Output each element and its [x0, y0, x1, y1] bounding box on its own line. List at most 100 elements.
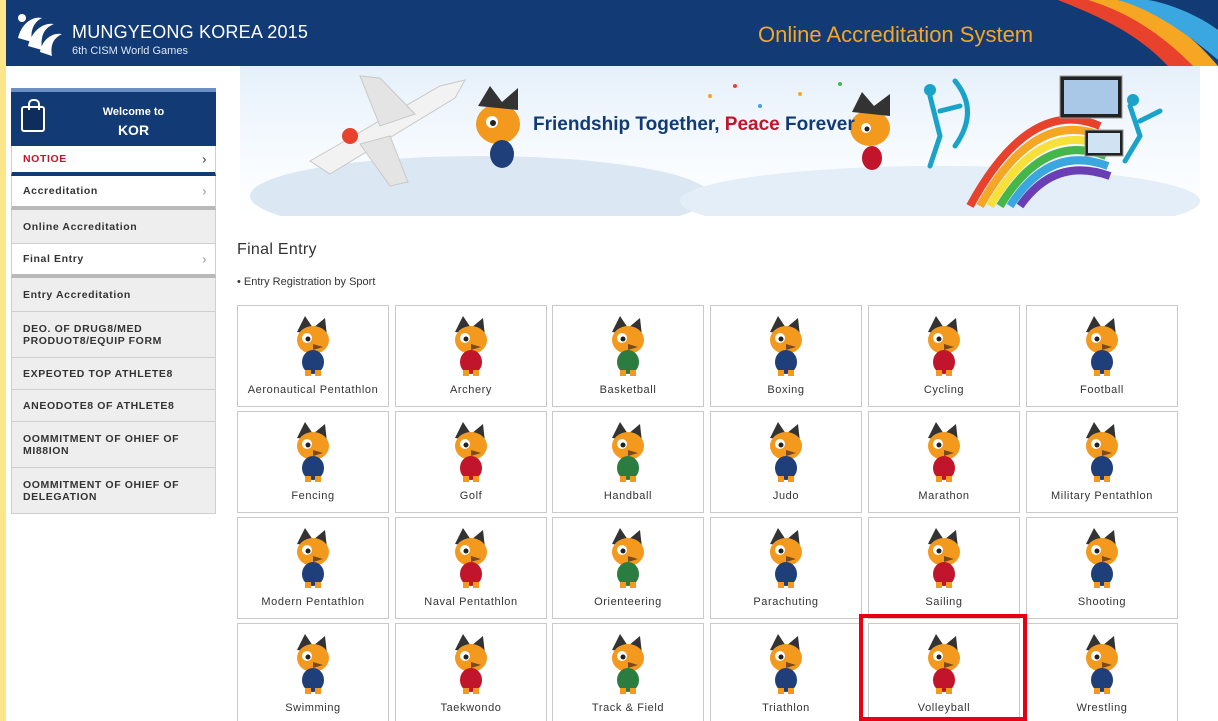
sport-tile[interactable]: Naval Pentathlon: [395, 517, 547, 619]
sport-mascot-icon: [770, 422, 802, 482]
sidebar-item[interactable]: Final Entry ›: [11, 244, 216, 278]
sport-tile-label: Aeronautical Pentathlon: [247, 384, 379, 396]
sport-mascot-icon: [1086, 634, 1118, 694]
sidebar-item[interactable]: ANEODOTE8 OF ATHLETE8: [11, 390, 216, 422]
games-logo-icon[interactable]: [12, 8, 64, 58]
sport-tile[interactable]: Military Pentathlon: [1026, 411, 1178, 513]
sport-tile[interactable]: Modern Pentathlon: [237, 517, 389, 619]
sidebar-item[interactable]: Entry Accreditation: [11, 278, 216, 312]
sport-tile-label: Sailing: [925, 596, 963, 608]
left-edge-strip: [0, 0, 6, 721]
sport-tile-label: Fencing: [291, 490, 335, 502]
sport-tile[interactable]: Triathlon: [710, 623, 862, 721]
sidebar-item-label: Accreditation: [23, 185, 98, 197]
sidebar-item[interactable]: OOMMITMENT OF OHIEF OF MI88ION: [11, 422, 216, 468]
sport-mascot-icon: [770, 316, 802, 376]
welcome-box: Welcome to KOR: [11, 88, 216, 146]
sport-tile[interactable]: Fencing: [237, 411, 389, 513]
sidebar-item-label: ANEODOTE8 OF ATHLETE8: [23, 399, 175, 412]
sport-tile[interactable]: Orienteering: [552, 517, 704, 619]
slogan-forever: Forever: [785, 114, 855, 135]
sport-tile-label: Volleyball: [917, 702, 971, 714]
sport-tile-label: Archery: [449, 384, 493, 396]
sport-tile[interactable]: Judo: [710, 411, 862, 513]
sidebar-item-label: NOTIOE: [23, 153, 67, 165]
sport-tile[interactable]: Golf: [395, 411, 547, 513]
sport-tile[interactable]: Wrestling: [1026, 623, 1178, 721]
sport-tile[interactable]: Track & Field: [552, 623, 704, 721]
sport-tile[interactable]: Parachuting: [710, 517, 862, 619]
sport-mascot-icon: [612, 634, 644, 694]
sport-mascot-icon: [297, 316, 329, 376]
site-header: MUNGYEONG KOREA 2015 6th CISM World Game…: [6, 0, 1218, 66]
sport-tile-label: Cycling: [923, 384, 965, 396]
logo-title: MUNGYEONG KOREA 2015: [72, 22, 309, 42]
sport-tile-label: Military Pentathlon: [1051, 490, 1153, 502]
sport-tile[interactable]: Handball: [552, 411, 704, 513]
sport-mascot-icon: [770, 634, 802, 694]
sport-tile-label: Football: [1080, 384, 1124, 396]
sport-mascot-icon: [297, 422, 329, 482]
sport-tile-label: Basketball: [599, 384, 657, 396]
sidebar-item[interactable]: DEO. OF DRUG8/MED PRODUOT8/EQUIP FORM: [11, 312, 216, 358]
page: MUNGYEONG KOREA 2015 6th CISM World Game…: [0, 0, 1218, 721]
sport-mascot-icon: [928, 528, 960, 588]
sport-tile-label: Golf: [459, 490, 483, 502]
section-subtitle-text: Entry Registration by Sport: [243, 276, 376, 288]
sidebar-item-label: Final Entry: [23, 253, 84, 265]
sport-mascot-icon: [612, 316, 644, 376]
welcome-label: Welcome to: [102, 106, 165, 118]
sport-tile[interactable]: Swimming: [237, 623, 389, 721]
header-ribbon-decoration: [1058, 0, 1218, 66]
sidebar-item[interactable]: EXPEOTED TOP ATHLETE8: [11, 358, 216, 390]
sport-mascot-icon: [297, 528, 329, 588]
slogan-peace: Peace: [724, 114, 780, 135]
logo-subtitle: 6th CISM World Games: [72, 45, 188, 57]
chevron-right-icon: ›: [202, 183, 207, 199]
sport-tile-label: Boxing: [767, 384, 805, 396]
sport-tile-label: Taekwondo: [440, 702, 502, 714]
banner-art: [250, 75, 1200, 216]
sport-tile[interactable]: Basketball: [552, 305, 704, 407]
sidebar-item-label: Entry Accreditation: [23, 288, 131, 301]
sport-mascot-icon: [455, 634, 487, 694]
sport-tile-label: Marathon: [918, 490, 970, 502]
sport-tile[interactable]: Cycling: [868, 305, 1020, 407]
sport-mascot-icon: [1086, 528, 1118, 588]
slogan-friendship: Friendship: [533, 114, 631, 135]
sport-tile-label: Judo: [772, 490, 800, 502]
sport-tile-label: Swimming: [285, 702, 341, 714]
sport-tile[interactable]: Boxing: [710, 305, 862, 407]
sport-tile[interactable]: Aeronautical Pentathlon: [237, 305, 389, 407]
page-title: Final Entry: [237, 241, 317, 258]
sport-tile[interactable]: Sailing: [868, 517, 1020, 619]
welcome-user: KOR: [117, 122, 150, 138]
sport-mascot-icon: [1086, 316, 1118, 376]
sport-mascot-icon: [612, 528, 644, 588]
sport-tile-label: Track & Field: [591, 702, 665, 714]
sport-tile[interactable]: Football: [1026, 305, 1178, 407]
sidebar-item-label: OOMMITMENT OF OHIEF OF DELEGATION: [23, 478, 180, 503]
sidebar-item[interactable]: Accreditation ›: [11, 176, 216, 210]
chevron-right-icon: ›: [202, 251, 207, 267]
sport-mascot-icon: [612, 422, 644, 482]
mascot-icon: [476, 86, 520, 168]
banner-slogan: Friendship Together, Peace Forever: [533, 114, 855, 136]
sport-tile[interactable]: Archery: [395, 305, 547, 407]
sport-tile-label: Handball: [603, 490, 653, 502]
sport-tile[interactable]: Taekwondo: [395, 623, 547, 721]
sport-mascot-icon: [297, 634, 329, 694]
sport-tile[interactable]: Shooting: [1026, 517, 1178, 619]
sport-tile[interactable]: Volleyball: [868, 623, 1020, 721]
sidebar-item[interactable]: OOMMITMENT OF OHIEF OF DELEGATION: [11, 468, 216, 514]
sport-tile[interactable]: Marathon: [868, 411, 1020, 513]
sport-tile-label: Triathlon: [762, 702, 810, 714]
sidebar-item[interactable]: Online Accreditation: [11, 210, 216, 244]
sport-grid: Aeronautical Pentathlon Archery Basketball…: [237, 305, 1182, 721]
sport-tile-label: Orienteering: [594, 596, 662, 608]
sport-tile-label: Modern Pentathlon: [261, 596, 365, 608]
sport-mascot-icon: [928, 634, 960, 694]
sidebar-item[interactable]: NOTIOE ›: [11, 146, 216, 176]
sport-mascot-icon: [455, 528, 487, 588]
sidebar-menu: NOTIOE › Accreditation › Online Accreditatio…: [11, 146, 216, 514]
